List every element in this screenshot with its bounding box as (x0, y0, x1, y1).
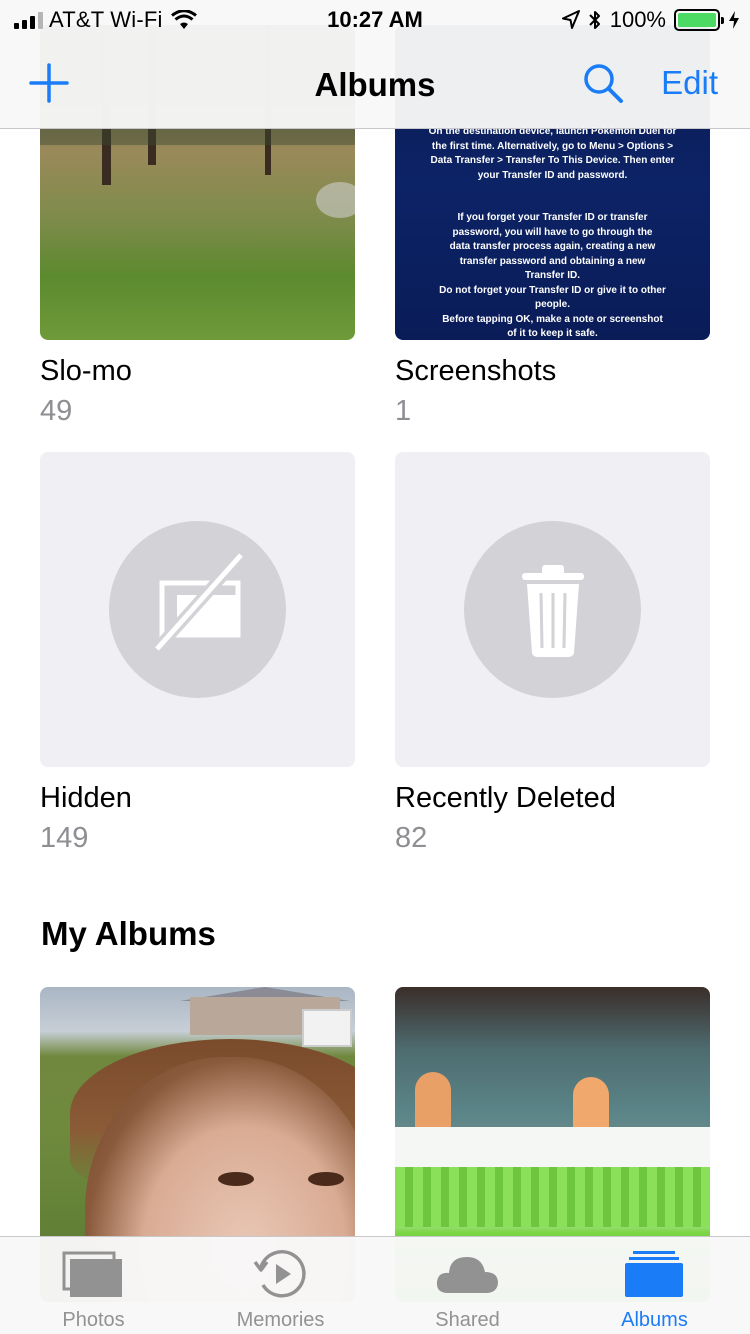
album-name: Hidden (40, 782, 132, 814)
album-count: 1 (395, 395, 412, 427)
tab-label: Photos (62, 1309, 125, 1331)
eye-image (218, 1172, 254, 1186)
sign-image (302, 1009, 352, 1047)
location-icon (561, 10, 580, 29)
tab-label: Shared (435, 1309, 500, 1331)
album-name: Slo-mo (40, 355, 132, 387)
screenshot-text-line: people. (534, 299, 570, 310)
screenshot-text-line: password, you will have to go through th… (452, 226, 653, 238)
battery-percentage: 100% (609, 7, 666, 32)
trash-icon (464, 521, 641, 698)
tab-albums[interactable]: Albums (561, 1237, 748, 1334)
hidden-photo-icon (109, 521, 286, 698)
screenshot-text-line: Data Transfer > Transfer To This Device.… (430, 155, 675, 166)
album-count: 149 (40, 822, 89, 854)
screenshot-text-line: the first time. Alternatively, go to Men… (431, 140, 674, 152)
memories-icon (253, 1250, 306, 1298)
charging-icon (729, 11, 739, 29)
counter-lights-image (395, 1167, 710, 1227)
album-count: 49 (40, 395, 73, 427)
album-thumbnail[interactable] (40, 452, 355, 767)
screenshot-text-line: of it to keep it safe. (507, 328, 598, 339)
search-icon[interactable] (582, 62, 624, 104)
tab-bar: Photos Memories Shared Albums (0, 1236, 750, 1334)
albums-scroll-view[interactable]: Slo-mo 49 On the destination device, lau… (0, 0, 750, 1334)
status-bar: AT&T Wi-Fi 10:27 AM 100% (0, 0, 750, 40)
tab-label: Albums (621, 1309, 688, 1331)
screenshot-text-line: data transfer process again, creating a … (449, 241, 656, 252)
battery-icon (674, 9, 724, 31)
screenshot-text-line: Do not forget your Transfer ID or give i… (439, 284, 666, 296)
screenshot-text-line: your Transfer ID and password. (477, 169, 628, 181)
album-thumbnail[interactable] (395, 452, 710, 767)
albums-icon (625, 1251, 683, 1297)
page-title: Albums (314, 66, 436, 103)
album-recently-deleted[interactable]: Recently Deleted 82 (395, 452, 710, 854)
screenshot-text-line: Before tapping OK, make a note or screen… (442, 313, 663, 325)
tab-memories[interactable]: Memories (187, 1237, 374, 1334)
screenshot-text-line: transfer password and obtaining a new (459, 255, 646, 267)
screenshot-text-line: If you forget your Transfer ID or transf… (457, 212, 648, 223)
tab-shared[interactable]: Shared (374, 1237, 561, 1334)
edit-button[interactable]: Edit (661, 64, 718, 102)
bluetooth-icon (589, 11, 600, 29)
screenshot-text-line: Transfer ID. (524, 270, 581, 281)
album-count: 82 (395, 822, 428, 854)
album-name: Screenshots (395, 355, 557, 387)
photos-icon (62, 1251, 122, 1297)
tab-label: Memories (236, 1309, 325, 1331)
album-name: Recently Deleted (395, 782, 616, 814)
eye-image (308, 1172, 344, 1186)
tab-photos[interactable]: Photos (0, 1237, 187, 1334)
album-hidden[interactable]: Hidden 149 (40, 452, 355, 854)
counter-image (395, 1127, 710, 1167)
cloud-icon (436, 1257, 498, 1293)
my-albums-heading: My Albums (41, 915, 216, 952)
